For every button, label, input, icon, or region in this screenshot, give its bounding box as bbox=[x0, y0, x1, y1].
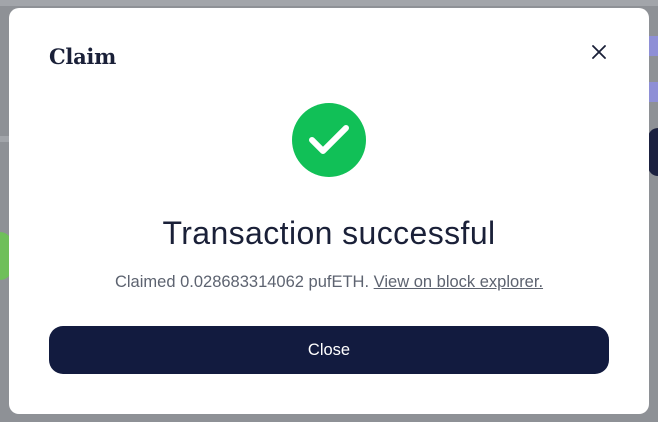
check-circle-icon bbox=[292, 103, 366, 177]
checkmark-glyph bbox=[309, 125, 349, 154]
background-button bbox=[648, 128, 658, 176]
close-icon-glyph bbox=[592, 45, 606, 59]
transaction-detail: Claimed 0.028683314062 pufETH. View on b… bbox=[9, 273, 649, 292]
background-badge bbox=[648, 36, 658, 56]
modal-title: Claim bbox=[49, 44, 116, 69]
block-explorer-link[interactable]: View on block explorer. bbox=[374, 273, 543, 291]
background-page-strip bbox=[0, 136, 9, 142]
close-button[interactable]: Close bbox=[49, 326, 609, 374]
status-headline: Transaction successful bbox=[162, 215, 496, 251]
background-badge bbox=[648, 82, 658, 102]
claim-modal: Claim Transaction successful Claimed 0.0… bbox=[9, 8, 649, 414]
background-page-strip bbox=[0, 0, 658, 6]
close-icon[interactable] bbox=[589, 42, 609, 62]
claimed-amount-text: Claimed 0.028683314062 pufETH. bbox=[114, 273, 370, 291]
